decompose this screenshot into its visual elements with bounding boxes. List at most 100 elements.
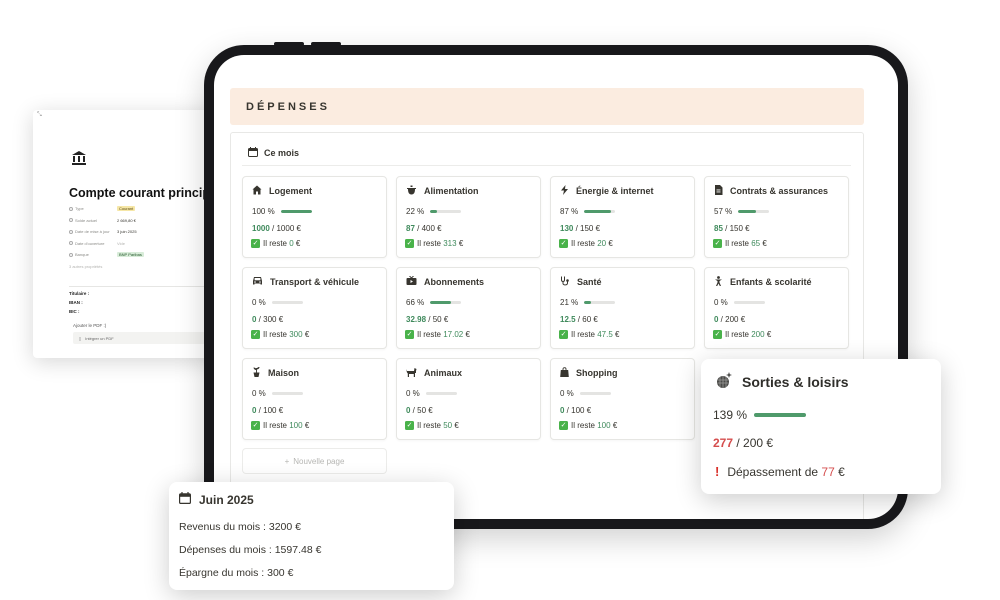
card-title-row: Transport & véhicule	[252, 276, 359, 288]
remaining-prefix: Il reste	[571, 330, 598, 339]
budget-value: / 200 €	[718, 315, 746, 324]
new-page-button[interactable]: + Nouvelle page	[242, 448, 387, 474]
bic-label: BIC :	[69, 309, 80, 314]
property-icon	[69, 241, 73, 246]
property-icon	[69, 206, 73, 211]
overspend-prefix: Dépassement de	[727, 464, 822, 479]
expense-card-contrats-assurances[interactable]: Contrats & assurances 57 % 85 / 150 € ✓ …	[704, 176, 849, 258]
expense-card-alimentation[interactable]: Alimentation 22 % 87 / 400 € ✓ Il reste …	[396, 176, 541, 258]
card-amount: 130 / 150 €	[560, 224, 600, 233]
card-remaining: ✓ Il reste 100 €	[251, 421, 309, 430]
check-icon: ✓	[251, 239, 260, 248]
dog-icon	[406, 367, 417, 379]
card-title: Sorties & loisirs	[742, 373, 849, 390]
card-title: Santé	[577, 277, 602, 287]
card-progress: 139 %	[713, 408, 807, 422]
tablet-button	[274, 42, 304, 46]
lightning-icon	[560, 185, 569, 197]
property-key: Type	[75, 206, 84, 212]
monthly-summary-card[interactable]: Juin 2025 Revenus du mois : 3200 € Dépen…	[169, 482, 454, 590]
card-title-row: Santé	[560, 276, 602, 288]
view-tab-ce-mois[interactable]: Ce mois	[248, 147, 299, 159]
card-progress: 57 %	[714, 207, 770, 216]
currency-label: €	[456, 239, 464, 248]
file-icon: ▯	[79, 335, 82, 341]
card-progress: 0 %	[252, 298, 303, 307]
card-progress: 0 %	[560, 389, 611, 398]
card-title: Enfants & scolarité	[730, 277, 812, 287]
iban-label: IBAN :	[69, 300, 83, 305]
progress-fill	[430, 210, 438, 213]
check-icon: ✓	[251, 421, 260, 430]
currency-label: €	[760, 239, 767, 248]
calendar-icon	[248, 147, 258, 159]
card-progress: 22 %	[406, 207, 462, 216]
overspend-value: 77	[821, 464, 835, 479]
spent-value: 87	[406, 224, 415, 233]
check-icon: ✓	[713, 330, 722, 339]
tablet-button	[311, 42, 341, 46]
expense-card-transport-vehicule[interactable]: Transport & véhicule 0 % 0 / 300 € ✓ Il …	[242, 267, 387, 349]
percent-label: 66 %	[406, 298, 425, 307]
expense-card-shopping[interactable]: Shopping 0 % 0 / 100 € ✓ Il reste 100 €	[550, 358, 695, 440]
budget-value: / 150 €	[722, 224, 750, 233]
card-progress: 0 %	[252, 389, 303, 398]
card-amount: 12.5 / 60 €	[560, 315, 598, 324]
property-value: 2 669,80 €	[117, 217, 136, 223]
progress-bar	[584, 210, 616, 213]
card-remaining: ✓ Il reste 300 €	[251, 330, 309, 339]
budget-value: / 100 €	[564, 406, 592, 415]
currency-label: €	[612, 330, 620, 339]
card-title: Abonnements	[424, 277, 485, 287]
pdf-label: Ajouter le PDF :)	[73, 323, 107, 328]
expense-card-abonnements[interactable]: Abonnements 66 % 32.98 / 50 € ✓ Il reste…	[396, 267, 541, 349]
epargne-line: Épargne du mois : 300 €	[179, 567, 294, 579]
plant-pot-icon	[252, 367, 261, 379]
expense-card-logement[interactable]: Logement 100 % 1000 / 1000 € ✓ Il reste …	[242, 176, 387, 258]
expand-icon[interactable]: ⤡	[37, 112, 42, 119]
card-amount: 0 / 100 €	[252, 406, 283, 415]
progress-bar	[579, 392, 611, 395]
exclamation-icon: !	[715, 464, 720, 479]
spent-value: 1000	[252, 224, 270, 233]
expense-card-energie-internet[interactable]: Énergie & internet 87 % 130 / 150 € ✓ Il…	[550, 176, 695, 258]
card-amount: 0 / 100 €	[560, 406, 591, 415]
card-progress: 100 %	[252, 207, 312, 216]
property-value: BNP Paribas	[117, 252, 144, 258]
sorties-loisirs-card[interactable]: Sorties & loisirs 139 % 277 / 200 € ! Dé…	[701, 359, 941, 494]
budget-value: / 50 €	[426, 315, 449, 324]
stethoscope-icon	[560, 276, 570, 288]
expense-card-enfants-scolarite[interactable]: Enfants & scolarité 0 % 0 / 200 € ✓ Il r…	[704, 267, 849, 349]
card-title: Alimentation	[424, 186, 479, 196]
percent-label: 21 %	[560, 298, 579, 307]
card-amount: 0 / 200 €	[714, 315, 745, 324]
card-title: Maison	[268, 368, 300, 378]
card-amount: 277 / 200 €	[713, 436, 773, 450]
expense-card-maison[interactable]: Maison 0 % 0 / 100 € ✓ Il reste 100 €	[242, 358, 387, 440]
card-remaining: ✓ Il reste 47.5 €	[559, 330, 619, 339]
calendar-icon	[179, 492, 191, 507]
progress-fill	[584, 301, 591, 304]
check-icon: ✓	[405, 239, 414, 248]
progress-fill	[280, 210, 312, 213]
expense-card-animaux[interactable]: Animaux 0 % 0 / 50 € ✓ Il reste 50 €	[396, 358, 541, 440]
titulaire-label: Titulaire :	[69, 291, 90, 296]
card-remaining: ✓ Il reste 100 €	[559, 421, 617, 430]
card-amount: 32.98 / 50 €	[406, 315, 448, 324]
card-remaining: ✓ Il reste 17.02 €	[405, 330, 470, 339]
progress-bar	[733, 301, 765, 304]
property-key: Banque	[75, 252, 89, 258]
check-icon: ✓	[405, 421, 414, 430]
card-title: Logement	[269, 186, 313, 196]
percent-label: 57 %	[714, 207, 733, 216]
percent-label: 0 %	[560, 389, 574, 398]
percent-label: 0 %	[406, 389, 420, 398]
expense-card-sante[interactable]: Santé 21 % 12.5 / 60 € ✓ Il reste 47.5 €	[550, 267, 695, 349]
property-key: Date de mise à jour	[75, 229, 110, 235]
property-value: 3 juin 2025	[117, 229, 137, 235]
card-progress: 21 %	[560, 298, 616, 307]
budget-value: / 1000 €	[269, 224, 301, 233]
card-amount: 87 / 400 €	[406, 224, 442, 233]
bank-account-page-card: ⤡ Compte courant principa Type Courant So…	[33, 110, 233, 358]
remaining-value: 313	[443, 239, 457, 248]
